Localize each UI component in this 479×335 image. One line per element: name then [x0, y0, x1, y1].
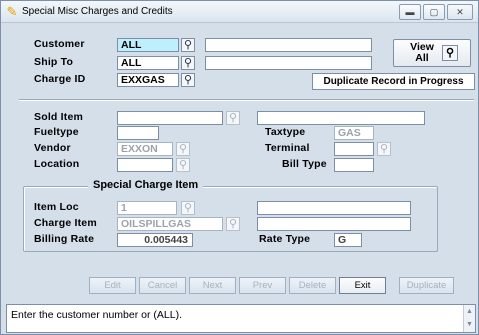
customer-label: Customer [34, 38, 85, 50]
vendor-label: Vendor [34, 142, 71, 154]
edit-button[interactable]: Edit [89, 277, 136, 294]
sold-item-desc-field [257, 111, 425, 125]
terminal-input[interactable] [334, 142, 374, 156]
section-divider [19, 99, 474, 101]
billing-rate-label: Billing Rate [34, 233, 95, 245]
bill-type-label: Bill Type [282, 158, 327, 170]
scroll-down-icon[interactable]: ▼ [464, 318, 475, 331]
status-bar: Enter the customer number or (ALL). ▲ ▼ [6, 304, 476, 333]
item-loc-lookup-icon[interactable]: ⚲ [181, 201, 195, 215]
ship-to-label: Ship To [34, 56, 74, 68]
next-button[interactable]: Next [189, 277, 236, 294]
taxtype-input[interactable]: GAS [334, 126, 374, 140]
charge-item-label: Charge Item [34, 217, 97, 229]
taxtype-label: Taxtype [265, 126, 306, 138]
status-message: Enter the customer number or (ALL). [11, 309, 182, 321]
close-button[interactable]: ✕ [447, 4, 473, 20]
status-scrollbar[interactable]: ▲ ▼ [463, 305, 475, 332]
item-loc-desc-field [257, 201, 411, 215]
customer-input[interactable]: ALL [117, 38, 179, 52]
terminal-lookup-icon[interactable]: ⚲ [377, 142, 391, 156]
cancel-button[interactable]: Cancel [139, 277, 186, 294]
location-input[interactable] [117, 158, 173, 172]
charge-item-desc-field [257, 217, 411, 231]
location-label: Location [34, 158, 80, 170]
minimize-button[interactable]: ▬ [399, 4, 421, 20]
ship-to-input[interactable]: ALL [117, 56, 179, 70]
duplicate-button[interactable]: Duplicate [399, 277, 454, 294]
delete-button[interactable]: Delete [289, 277, 336, 294]
location-lookup-icon[interactable]: ⚲ [176, 158, 190, 172]
prev-button[interactable]: Prev [239, 277, 286, 294]
fueltype-input[interactable] [117, 126, 159, 140]
view-all-search-icon: ⚲ [442, 45, 458, 61]
view-all-label: View All [410, 41, 434, 64]
window-title: Special Misc Charges and Credits [22, 6, 173, 17]
main-window: ✎ Special Misc Charges and Credits ▬ ▢ ✕… [0, 0, 479, 335]
charge-id-lookup-icon[interactable]: ⚲ [181, 73, 195, 87]
vendor-lookup-icon[interactable]: ⚲ [176, 142, 190, 156]
title-bar: ✎ Special Misc Charges and Credits ▬ ▢ ✕ [1, 1, 478, 23]
fueltype-label: Fueltype [34, 126, 79, 138]
customer-lookup-icon[interactable]: ⚲ [181, 38, 195, 52]
charge-id-label: Charge ID [34, 73, 86, 85]
duplicate-status-message: Duplicate Record in Progress [312, 73, 475, 90]
customer-name-field [205, 38, 372, 52]
sold-item-label: Sold Item [34, 111, 84, 123]
sold-item-lookup-icon[interactable]: ⚲ [226, 111, 240, 125]
charge-item-lookup-icon[interactable]: ⚲ [226, 217, 240, 231]
scroll-up-icon[interactable]: ▲ [464, 305, 475, 318]
ship-to-lookup-icon[interactable]: ⚲ [181, 56, 195, 70]
rate-type-input[interactable]: G [334, 233, 362, 247]
vendor-input[interactable]: EXXON [117, 142, 173, 156]
rate-type-label: Rate Type [259, 233, 311, 245]
item-loc-label: Item Loc [34, 201, 79, 213]
item-loc-input[interactable]: 1 [117, 201, 177, 215]
tool-icon: ✎ [6, 4, 18, 19]
bill-type-input[interactable] [334, 158, 374, 172]
view-all-button[interactable]: View All ⚲ [393, 39, 471, 67]
charge-item-input[interactable]: OILSPILLGAS [117, 217, 223, 231]
maximize-button[interactable]: ▢ [423, 4, 445, 20]
exit-button[interactable]: Exit [339, 277, 386, 294]
ship-to-name-field [205, 56, 372, 70]
special-charge-group-title: Special Charge Item [88, 179, 204, 191]
terminal-label: Terminal [265, 142, 310, 154]
sold-item-input[interactable] [117, 111, 223, 125]
billing-rate-input[interactable]: 0.005443 [117, 233, 193, 247]
charge-id-input[interactable]: EXXGAS [117, 73, 179, 87]
